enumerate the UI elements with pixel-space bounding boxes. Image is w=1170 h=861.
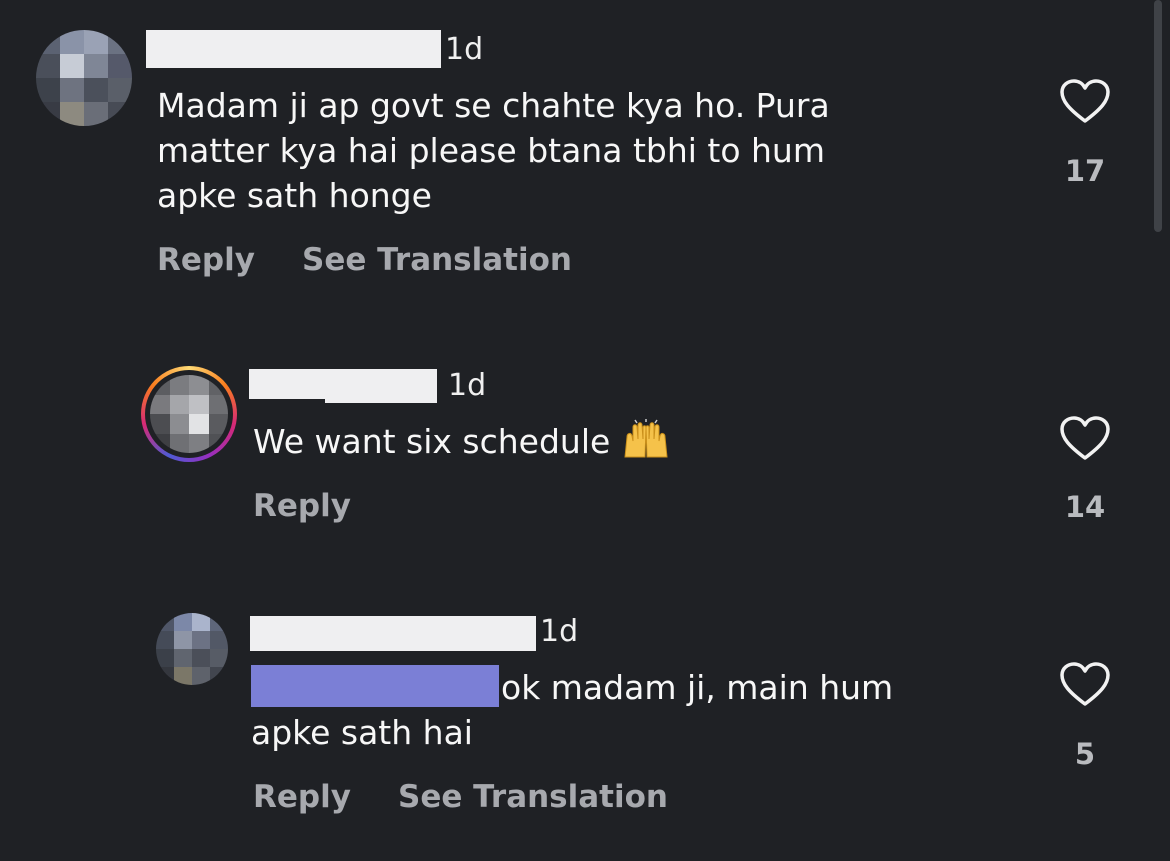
comment-3: 1d ok madam ji, main hum apke sath hai R…: [0, 0, 1170, 861]
comment-line: ok madam ji, main hum: [501, 668, 894, 707]
heart-icon[interactable]: [1059, 662, 1111, 708]
comment-line: apke sath hai: [251, 713, 473, 752]
like-count: 5: [1074, 737, 1096, 771]
mention-highlight[interactable]: [251, 665, 499, 707]
see-translation-button[interactable]: See Translation: [398, 782, 668, 813]
timestamp: 1d: [540, 614, 579, 649]
avatar[interactable]: [156, 613, 228, 685]
username-redacted: [250, 616, 536, 651]
comment-text: ok madam ji, main hum apke sath hai: [251, 665, 1011, 755]
reply-button[interactable]: Reply: [253, 782, 351, 813]
